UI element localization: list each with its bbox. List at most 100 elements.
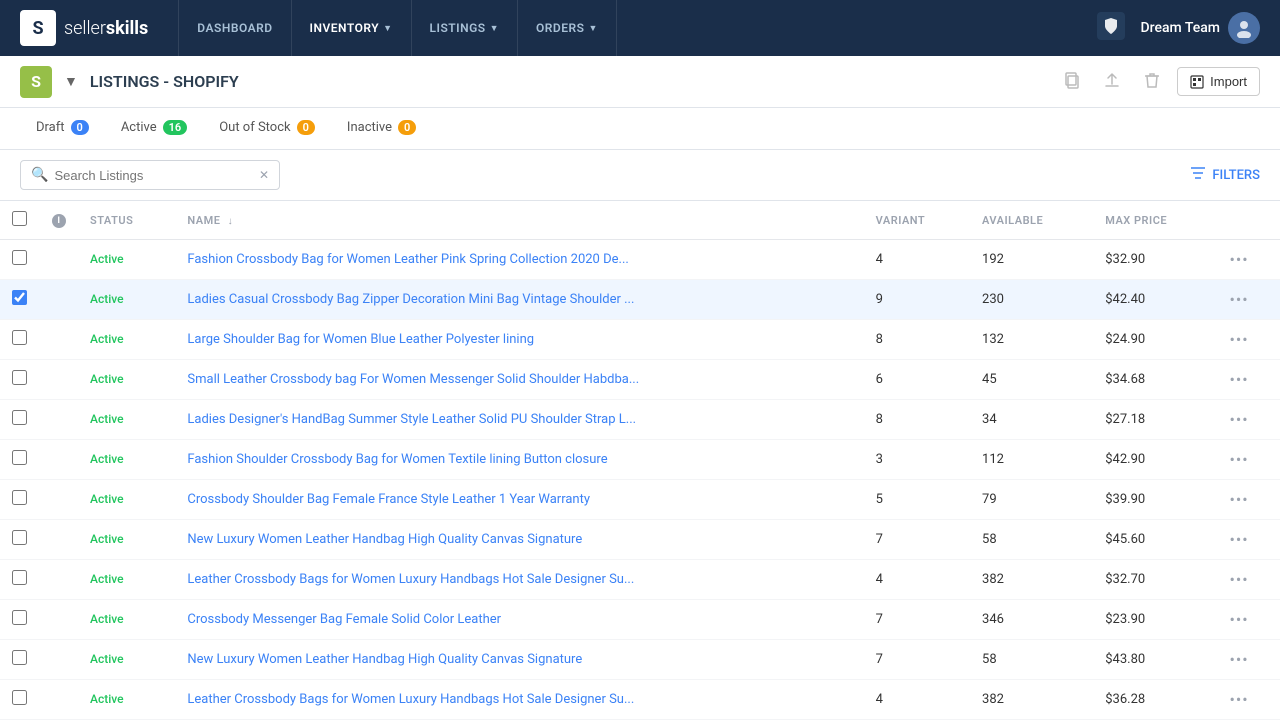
- product-link[interactable]: Leather Crossbody Bags for Women Luxury …: [187, 572, 634, 587]
- user-name-label: Dream Team: [1141, 20, 1220, 36]
- filters-button[interactable]: FILTERS: [1190, 166, 1260, 184]
- variant-col-header: VARIANT: [864, 201, 970, 240]
- row-actions-menu[interactable]: •••: [1229, 610, 1248, 629]
- clear-icon[interactable]: ✕: [259, 168, 269, 182]
- row-variant: 6: [864, 360, 970, 400]
- nav-listings[interactable]: LISTINGS ▼: [412, 0, 519, 56]
- product-link[interactable]: Fashion Crossbody Bag for Women Leather …: [187, 252, 628, 267]
- row-checkbox[interactable]: [12, 450, 27, 465]
- row-checkbox[interactable]: [12, 610, 27, 625]
- table-row: Active Ladies Casual Crossbody Bag Zippe…: [0, 280, 1280, 320]
- row-status: Active: [78, 240, 175, 280]
- row-checkbox[interactable]: [12, 690, 27, 705]
- row-actions-menu[interactable]: •••: [1229, 370, 1248, 389]
- header-app-icon[interactable]: [1097, 12, 1125, 45]
- row-max-price: $23.90: [1093, 600, 1217, 640]
- chevron-down-icon: ▼: [383, 23, 392, 34]
- user-menu[interactable]: Dream Team: [1141, 12, 1260, 44]
- product-link[interactable]: Large Shoulder Bag for Women Blue Leathe…: [187, 332, 534, 347]
- row-max-price: $42.40: [1093, 280, 1217, 320]
- row-max-price: $45.60: [1093, 520, 1217, 560]
- product-link[interactable]: Ladies Casual Crossbody Bag Zipper Decor…: [187, 292, 634, 307]
- shopify-dropdown[interactable]: ▼: [64, 73, 78, 90]
- row-name: Small Leather Crossbody bag For Women Me…: [175, 360, 863, 400]
- row-actions-menu[interactable]: •••: [1229, 490, 1248, 509]
- search-box[interactable]: 🔍 ✕: [20, 160, 280, 190]
- inactive-badge: 0: [398, 120, 416, 135]
- row-checkbox[interactable]: [12, 290, 27, 305]
- tab-out-of-stock[interactable]: Out of Stock 0: [203, 108, 331, 149]
- main-nav: DASHBOARD INVENTORY ▼ LISTINGS ▼ ORDERS …: [178, 0, 1096, 56]
- row-available: 132: [970, 320, 1093, 360]
- row-actions-cell: •••: [1217, 480, 1280, 520]
- row-checkbox-cell: [0, 480, 40, 520]
- product-link[interactable]: New Luxury Women Leather Handbag High Qu…: [187, 652, 582, 667]
- copy-icon[interactable]: [1057, 67, 1087, 97]
- select-all-checkbox[interactable]: [12, 211, 27, 226]
- nav-dashboard[interactable]: DASHBOARD: [178, 0, 291, 56]
- product-link[interactable]: Small Leather Crossbody bag For Women Me…: [187, 372, 639, 387]
- tab-inactive[interactable]: Inactive 0: [331, 108, 432, 149]
- row-checkbox-cell: [0, 440, 40, 480]
- tab-active[interactable]: Active 16: [105, 108, 203, 149]
- available-col-header: AVAILABLE: [970, 201, 1093, 240]
- product-link[interactable]: New Luxury Women Leather Handbag High Qu…: [187, 532, 582, 547]
- tab-draft[interactable]: Draft 0: [20, 108, 105, 149]
- row-actions-menu[interactable]: •••: [1229, 290, 1248, 309]
- row-variant: 7: [864, 520, 970, 560]
- row-info-cell: [40, 440, 78, 480]
- row-status: Active: [78, 640, 175, 680]
- row-actions-menu[interactable]: •••: [1229, 570, 1248, 589]
- row-actions-menu[interactable]: •••: [1229, 450, 1248, 469]
- row-max-price: $34.68: [1093, 360, 1217, 400]
- page-title: LISTINGS - SHOPIFY: [90, 72, 239, 91]
- nav-orders[interactable]: ORDERS ▼: [518, 0, 617, 56]
- row-checkbox[interactable]: [12, 370, 27, 385]
- logo-area[interactable]: S sellerskills: [20, 10, 148, 46]
- nav-inventory[interactable]: INVENTORY ▼: [292, 0, 412, 56]
- info-col: i: [40, 201, 78, 240]
- row-available: 346: [970, 600, 1093, 640]
- name-col-header[interactable]: NAME ↓: [175, 201, 863, 240]
- import-button[interactable]: Import: [1177, 67, 1260, 96]
- filter-icon: [1190, 166, 1206, 184]
- row-actions-menu[interactable]: •••: [1229, 410, 1248, 429]
- out-of-stock-badge: 0: [297, 120, 315, 135]
- row-actions-menu[interactable]: •••: [1229, 650, 1248, 669]
- row-checkbox-cell: [0, 600, 40, 640]
- product-link[interactable]: Crossbody Messenger Bag Female Solid Col…: [187, 612, 501, 627]
- row-status: Active: [78, 680, 175, 720]
- row-available: 45: [970, 360, 1093, 400]
- row-info-cell: [40, 560, 78, 600]
- row-name: Ladies Casual Crossbody Bag Zipper Decor…: [175, 280, 863, 320]
- trash-icon[interactable]: [1137, 67, 1167, 97]
- row-actions-menu[interactable]: •••: [1229, 330, 1248, 349]
- row-info-cell: [40, 520, 78, 560]
- row-variant: 4: [864, 680, 970, 720]
- row-max-price: $39.90: [1093, 480, 1217, 520]
- row-available: 34: [970, 400, 1093, 440]
- row-info-cell: [40, 400, 78, 440]
- row-checkbox[interactable]: [12, 530, 27, 545]
- row-actions-menu[interactable]: •••: [1229, 690, 1248, 709]
- product-link[interactable]: Leather Crossbody Bags for Women Luxury …: [187, 692, 634, 707]
- table-row: Active Ladies Designer's HandBag Summer …: [0, 400, 1280, 440]
- upload-icon[interactable]: [1097, 67, 1127, 97]
- search-input[interactable]: [54, 168, 253, 183]
- row-name: Crossbody Shoulder Bag Female France Sty…: [175, 480, 863, 520]
- search-filter-row: 🔍 ✕ FILTERS: [0, 150, 1280, 201]
- row-actions-menu[interactable]: •••: [1229, 250, 1248, 269]
- row-checkbox[interactable]: [12, 330, 27, 345]
- row-checkbox-cell: [0, 280, 40, 320]
- row-name: Ladies Designer's HandBag Summer Style L…: [175, 400, 863, 440]
- product-link[interactable]: Crossbody Shoulder Bag Female France Sty…: [187, 492, 590, 507]
- product-link[interactable]: Ladies Designer's HandBag Summer Style L…: [187, 412, 636, 427]
- product-link[interactable]: Fashion Shoulder Crossbody Bag for Women…: [187, 452, 607, 467]
- row-actions-menu[interactable]: •••: [1229, 530, 1248, 549]
- row-checkbox[interactable]: [12, 490, 27, 505]
- row-checkbox[interactable]: [12, 250, 27, 265]
- max-price-col-header: MAX PRICE: [1093, 201, 1217, 240]
- row-checkbox[interactable]: [12, 570, 27, 585]
- row-checkbox[interactable]: [12, 410, 27, 425]
- row-checkbox[interactable]: [12, 650, 27, 665]
